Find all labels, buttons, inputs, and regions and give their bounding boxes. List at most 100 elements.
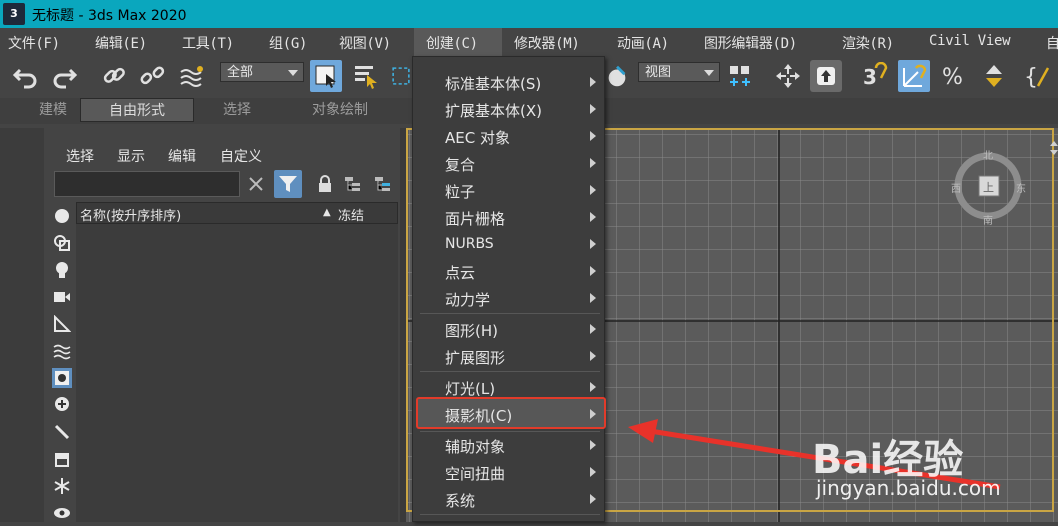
menu-rendering[interactable]: 渲染(R)	[842, 33, 894, 53]
submenu-arrow-icon	[590, 440, 596, 450]
tab-freeform[interactable]: 自由形式	[80, 98, 194, 122]
watermark-url: jingyan.baidu.com	[816, 476, 1001, 500]
tab-modeling[interactable]: 建模	[22, 98, 84, 122]
redo-icon[interactable]	[48, 60, 80, 92]
edit-named-selection-icon[interactable]: {	[1020, 60, 1052, 92]
layer-explorer-icon[interactable]	[374, 175, 394, 193]
search-input[interactable]	[54, 171, 240, 197]
menu-graph-editors[interactable]: 图形编辑器(D)	[704, 33, 797, 53]
viewcube-south[interactable]: 南	[983, 212, 993, 227]
geometry-filter-icon[interactable]	[52, 206, 72, 226]
select-by-name-icon[interactable]	[350, 60, 382, 92]
menu-item-cameras[interactable]: 摄影机(C)	[445, 405, 512, 426]
frozen-filter-icon[interactable]	[52, 476, 72, 496]
lock-icon[interactable]	[316, 175, 334, 193]
left-toolstrip	[0, 128, 44, 522]
rectangular-selection-icon[interactable]	[390, 60, 412, 92]
menu-item-extended-primitives[interactable]: 扩展基本体(X)	[445, 100, 542, 121]
unlink-icon[interactable]	[136, 60, 168, 92]
menu-item-aec-objects[interactable]: AEC 对象	[445, 127, 510, 148]
menu-separator	[420, 371, 600, 372]
menu-edit[interactable]: 编辑(E)	[95, 33, 147, 53]
space-warps-filter-icon[interactable]	[52, 341, 72, 361]
menu-item-systems[interactable]: 系统	[445, 490, 475, 511]
clear-icon[interactable]	[246, 174, 266, 194]
percent-snap-icon[interactable]: %	[938, 60, 970, 92]
reference-coordinate-dropdown[interactable]: 视图	[638, 62, 720, 82]
shapes-filter-icon[interactable]	[52, 233, 72, 253]
undo-icon[interactable]	[10, 60, 42, 92]
bones-filter-icon[interactable]	[52, 422, 72, 442]
menu-item-dynamics[interactable]: 动力学	[445, 289, 490, 310]
select-and-move-icon[interactable]	[772, 60, 804, 92]
app-icon[interactable]: 3	[3, 3, 25, 25]
menu-item-helpers[interactable]: 辅助对象	[445, 436, 505, 457]
menu-create[interactable]: 创建(C)	[426, 33, 478, 53]
snaps-toggle-icon[interactable]: 3	[858, 60, 890, 92]
tab-selection[interactable]: 选择	[206, 98, 268, 122]
menu-item-particles[interactable]: 粒子	[445, 181, 475, 202]
angle-snap-icon[interactable]	[898, 60, 930, 92]
xrefs-filter-icon[interactable]	[52, 395, 72, 415]
containers-filter-icon[interactable]	[52, 449, 72, 469]
submenu-arrow-icon	[590, 324, 596, 334]
submenu-arrow-icon	[590, 266, 596, 276]
submenu-arrow-icon	[590, 293, 596, 303]
submenu-arrow-icon	[590, 158, 596, 168]
window-title: 无标题 - 3ds Max 2020	[32, 8, 187, 24]
viewcube-east[interactable]: 东	[1016, 180, 1026, 195]
column-frozen[interactable]: 冻结	[338, 205, 364, 224]
submenu-arrow-icon	[590, 409, 596, 419]
menu-tools[interactable]: 工具(T)	[182, 33, 234, 53]
viewcube-west[interactable]: 西	[951, 180, 961, 195]
menu-item-patch-grids[interactable]: 面片栅格	[445, 208, 505, 229]
sort-ascending-icon: ▲	[323, 207, 331, 218]
scene-object-list[interactable]	[76, 224, 398, 522]
select-and-place-icon[interactable]	[810, 60, 842, 92]
menu-item-space-warps[interactable]: 空间扭曲	[445, 463, 505, 484]
lights-filter-icon[interactable]	[52, 260, 72, 280]
menu-item-compound[interactable]: 复合	[445, 154, 475, 175]
column-name[interactable]: 名称(按升序排序)	[80, 205, 181, 224]
svg-text:%: %	[942, 65, 963, 90]
submenu-arrow-icon	[590, 185, 596, 195]
manipulate-icon[interactable]	[604, 60, 630, 92]
menu-item-standard-primitives[interactable]: 标准基本体(S)	[445, 73, 541, 94]
viewcube-north[interactable]: 北	[983, 147, 993, 162]
viewcube-top-face[interactable]: 上	[983, 179, 994, 195]
pivot-point-icon[interactable]	[724, 60, 756, 92]
explorer-tab-customize[interactable]: 自定义	[220, 146, 262, 166]
menu-item-nurbs[interactable]: NURBS	[445, 236, 494, 252]
chevron-down-icon	[288, 70, 298, 76]
explorer-tab-edit[interactable]: 编辑	[168, 146, 196, 166]
filter-icon[interactable]	[274, 170, 302, 198]
menu-civil-view[interactable]: Civil View	[929, 33, 1011, 49]
menu-item-point-cloud[interactable]: 点云	[445, 262, 475, 283]
menu-item-extended-shapes[interactable]: 扩展图形	[445, 347, 505, 368]
groups-filter-icon[interactable]	[52, 368, 72, 388]
hierarchy-icon[interactable]	[344, 175, 364, 193]
menu-modifiers[interactable]: 修改器(M)	[514, 33, 580, 53]
select-object-icon[interactable]	[310, 60, 342, 92]
tab-object-paint[interactable]: 对象绘制	[290, 98, 390, 122]
menu-customize[interactable]: 自	[1046, 33, 1058, 53]
menu-file[interactable]: 文件(F)	[8, 33, 60, 53]
menu-item-lights[interactable]: 灯光(L)	[445, 378, 495, 399]
spinner-snap-icon[interactable]	[978, 60, 1010, 92]
viewport-scroll-icon[interactable]	[1050, 140, 1058, 155]
create-menu	[412, 56, 605, 522]
bind-space-warp-icon[interactable]	[176, 60, 208, 92]
camera-filter-icon[interactable]	[52, 287, 72, 307]
explorer-tab-display[interactable]: 显示	[117, 146, 145, 166]
menu-view[interactable]: 视图(V)	[339, 33, 391, 53]
menu-animation[interactable]: 动画(A)	[617, 33, 669, 53]
menu-item-shapes[interactable]: 图形(H)	[445, 320, 498, 341]
menu-group[interactable]: 组(G)	[269, 33, 307, 53]
helpers-filter-icon[interactable]	[52, 314, 72, 334]
selection-filter-dropdown[interactable]: 全部	[220, 62, 304, 82]
hidden-filter-icon[interactable]	[52, 503, 72, 523]
link-icon[interactable]	[98, 60, 130, 92]
explorer-tab-select[interactable]: 选择	[66, 146, 94, 166]
selection-filter-value: 全部	[227, 65, 254, 80]
menu-separator	[420, 514, 600, 515]
